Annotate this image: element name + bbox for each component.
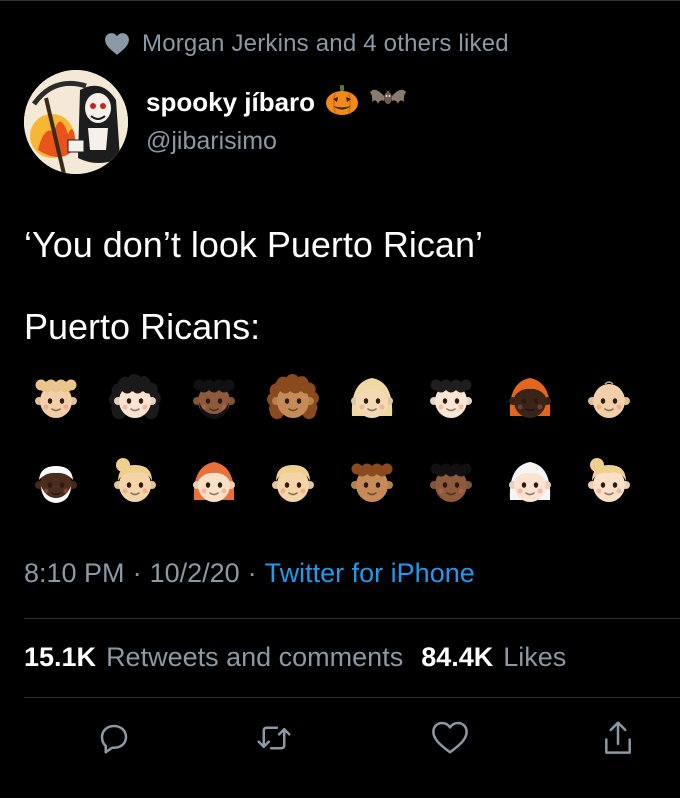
meta-separator-2: ·	[247, 558, 257, 588]
retweets-count[interactable]: 15.1K	[24, 642, 96, 673]
top-divider	[0, 0, 680, 1]
display-name[interactable]: spooky jíbaro	[146, 87, 315, 118]
reply-icon	[96, 720, 132, 761]
tweet-source-link[interactable]: Twitter for iPhone	[265, 558, 475, 589]
curly-hair-medium-dark-face-emoji	[425, 456, 477, 508]
like-icon	[431, 720, 469, 761]
retweet-icon	[255, 720, 293, 761]
tweet-text-line-2: Puerto Ricans:	[24, 306, 261, 347]
avatar[interactable]	[24, 70, 128, 174]
curly-hair-light-face-emoji	[30, 372, 82, 424]
reply-button[interactable]	[92, 718, 136, 762]
social-context[interactable]: Morgan Jerkins and 4 others liked	[104, 30, 509, 58]
share-icon	[600, 719, 636, 762]
tweet-date: 10/2/20	[149, 558, 240, 588]
baby-face-emoji	[583, 372, 635, 424]
tweet-actions	[0, 718, 680, 766]
tweet-time: 8:10 PM	[24, 558, 125, 588]
handle[interactable]: @jibarisimo	[146, 127, 407, 156]
blond-man-face-emoji	[267, 456, 319, 508]
red-hair-woman-face-emoji	[188, 456, 240, 508]
divider	[24, 618, 680, 619]
blond-ponytail-face-emoji	[109, 456, 161, 508]
divider	[24, 697, 680, 698]
curly-hair-light-face-emoji-2	[425, 372, 477, 424]
dark-woman-red-hair-emoji	[504, 372, 556, 424]
like-button[interactable]	[428, 718, 472, 762]
blond-woman-face-emoji	[346, 372, 398, 424]
curly-hair-medium-face-emoji	[346, 456, 398, 508]
tweet-meta: 8:10 PM · 10/2/20 · Twitter for iPhone	[24, 558, 475, 589]
author[interactable]: spooky jíbaro @jibarisimo	[146, 84, 407, 156]
old-man-dark-face-emoji	[30, 456, 82, 508]
emoji-grid	[24, 372, 656, 508]
white-hair-woman-face-emoji	[504, 456, 556, 508]
curly-hair-woman-light-face-emoji	[109, 372, 161, 424]
share-button[interactable]	[596, 718, 640, 762]
likes-count[interactable]: 84.4K	[421, 642, 493, 673]
heart-icon	[104, 32, 130, 56]
curly-hair-woman-medium-face-emoji	[267, 372, 319, 424]
tweet-text-line-1: ‘You don’t look Puerto Rican’	[24, 224, 483, 265]
bat-icon	[369, 84, 407, 121]
curly-hair-man-medium-dark-face-emoji	[188, 372, 240, 424]
blond-ponytail-face-emoji-2	[583, 456, 635, 508]
retweets-label[interactable]: Retweets and comments	[106, 642, 403, 673]
meta-separator: ·	[132, 558, 142, 588]
jack-o-lantern-icon	[325, 84, 359, 121]
likes-label[interactable]: Likes	[503, 642, 566, 673]
retweet-button[interactable]	[252, 718, 296, 762]
tweet-stats: 15.1K Retweets and comments 84.4K Likes	[24, 642, 566, 673]
social-context-text: Morgan Jerkins and 4 others liked	[142, 30, 509, 57]
